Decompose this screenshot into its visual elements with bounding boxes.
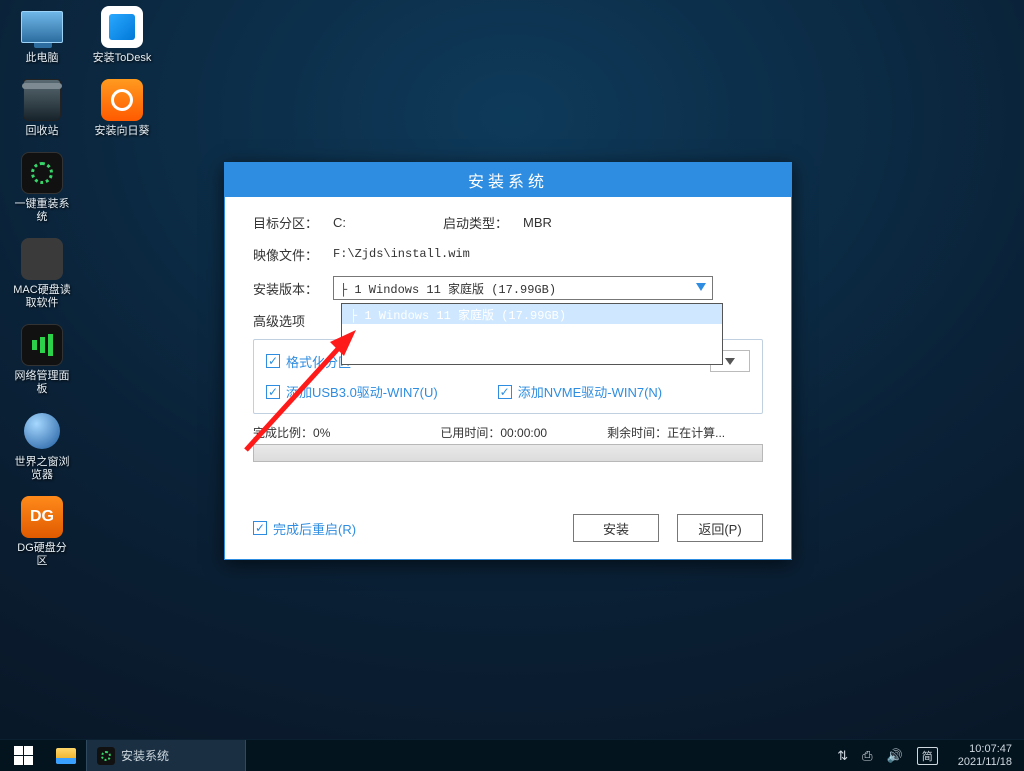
install-version-label: 安装版本： [253,279,333,298]
desktop-icon-todesk[interactable]: 安装ToDesk [92,6,152,65]
combo-selected-text: ├ 1 Windows 11 家庭版 (17.99GB) [340,280,556,297]
icon-label: 世界之窗浏览器 [12,456,72,482]
window-title: 安装系统 [468,168,548,192]
image-file-label: 映像文件： [253,245,333,264]
icon-label: MAC硬盘读取软件 [12,284,72,310]
chevron-down-icon [725,358,735,365]
icon-label: 网络管理面板 [12,370,72,396]
usb3-driver-checkbox[interactable] [266,385,280,399]
progress-info-row: 完成比例：0% 已用时间：00:00:00 剩余时间：正在计算... [253,424,763,441]
icon-label: DG硬盘分区 [12,542,72,568]
clock-date: 2021/11/18 [958,756,1012,769]
icon-label: 一键重装系统 [12,198,72,224]
desktop-icon-world-browser[interactable]: 世界之窗浏览器 [12,410,72,482]
trash-icon [23,79,61,121]
nvme-driver-label: 添加NVME驱动-WIN7(N) [518,382,662,401]
image-file-value: F:\Zjds\install.wim [333,247,470,261]
version-option-3[interactable]: └ 3 Windows 11 Pro (18.30GB) [342,344,722,364]
version-option-2[interactable]: ├ 2 Windows 11 家庭中文版 (18.00GB) [342,324,722,344]
desktop-icon-mac-reader[interactable]: MAC硬盘读取软件 [12,238,72,310]
desktop-icon-sunflower[interactable]: 安装向日葵 [92,79,152,138]
usb3-driver-label: 添加USB3.0驱动-WIN7(U) [286,382,438,401]
target-partition-value: C: [333,215,443,230]
format-partition-checkbox[interactable] [266,354,280,368]
desktop-icon-recycle-bin[interactable]: 回收站 [12,79,72,138]
gear-icon [97,747,115,765]
todesk-icon [109,14,135,40]
taskbar-explorer[interactable] [46,740,86,771]
advanced-options-label: 高级选项 [253,311,305,330]
monitor-icon [21,11,63,43]
taskbar-active-task[interactable]: 安装系统 [86,740,246,771]
network-icon[interactable]: ⇅ [837,748,848,764]
boot-type-label: 启动类型： [443,213,523,232]
taskbar-clock[interactable]: 10:07:47 2021/11/18 [952,743,1018,769]
gear-icon [31,162,53,184]
taskbar-active-label: 安装系统 [121,747,169,764]
boot-type-value: MBR [523,215,552,230]
remain-value: 正在计算... [667,426,725,440]
chevron-down-icon [696,283,706,291]
volume-icon[interactable]: 🔊 [887,748,903,764]
desktop-icon-dg[interactable]: DG DG硬盘分区 [12,496,72,568]
desktop-icon-this-pc[interactable]: 此电脑 [12,6,72,65]
icon-label: 安装ToDesk [93,52,152,65]
remain-label: 剩余时间： [607,426,667,440]
start-button[interactable] [0,740,46,771]
ime-indicator[interactable]: 简 [917,747,938,765]
restart-checkbox[interactable] [253,521,267,535]
system-tray: ⇅ ⎙ 🔊 简 10:07:47 2021/11/18 [837,743,1024,769]
desktop-icons: 此电脑 安装ToDesk 回收站 安装向日葵 一键重装系统 MAC硬盘读取软件 [12,6,152,568]
icon-label: 回收站 [26,125,59,138]
progress-pct-value: 0% [313,426,330,440]
sunflower-icon [111,89,133,111]
target-partition-label: 目标分区： [253,213,333,232]
progress-pct-label: 完成比例： [253,426,313,440]
windows-logo-icon [14,746,33,765]
usb-icon[interactable]: ⎙ [862,748,872,764]
progress-bar [253,444,763,462]
taskbar: 安装系统 ⇅ ⎙ 🔊 简 10:07:47 2021/11/18 [0,739,1024,771]
restart-label: 完成后重启(R) [273,519,356,538]
install-version-dropdown-list: ├ 1 Windows 11 家庭版 (17.99GB) ├ 2 Windows… [341,303,723,365]
file-explorer-icon [56,748,76,764]
icon-label: 此电脑 [26,52,59,65]
desktop-icon-net-panel[interactable]: 网络管理面板 [12,324,72,396]
icon-label: 安装向日葵 [95,125,150,138]
install-button[interactable]: 安装 [573,514,659,542]
window-titlebar[interactable]: 安装系统 [225,163,791,197]
elapsed-label: 已用时间： [440,426,500,440]
back-button[interactable]: 返回(P) [677,514,763,542]
elapsed-value: 00:00:00 [500,426,547,440]
install-version-combobox[interactable]: ├ 1 Windows 11 家庭版 (17.99GB) [333,276,713,300]
bars-icon [21,324,63,366]
clock-time: 10:07:47 [958,743,1012,756]
nvme-driver-checkbox[interactable] [498,385,512,399]
desktop-icon-reinstall[interactable]: 一键重装系统 [12,152,72,224]
dg-icon: DG [30,508,54,526]
globe-icon [24,413,60,449]
version-option-1[interactable]: ├ 1 Windows 11 家庭版 (17.99GB) [342,304,722,324]
